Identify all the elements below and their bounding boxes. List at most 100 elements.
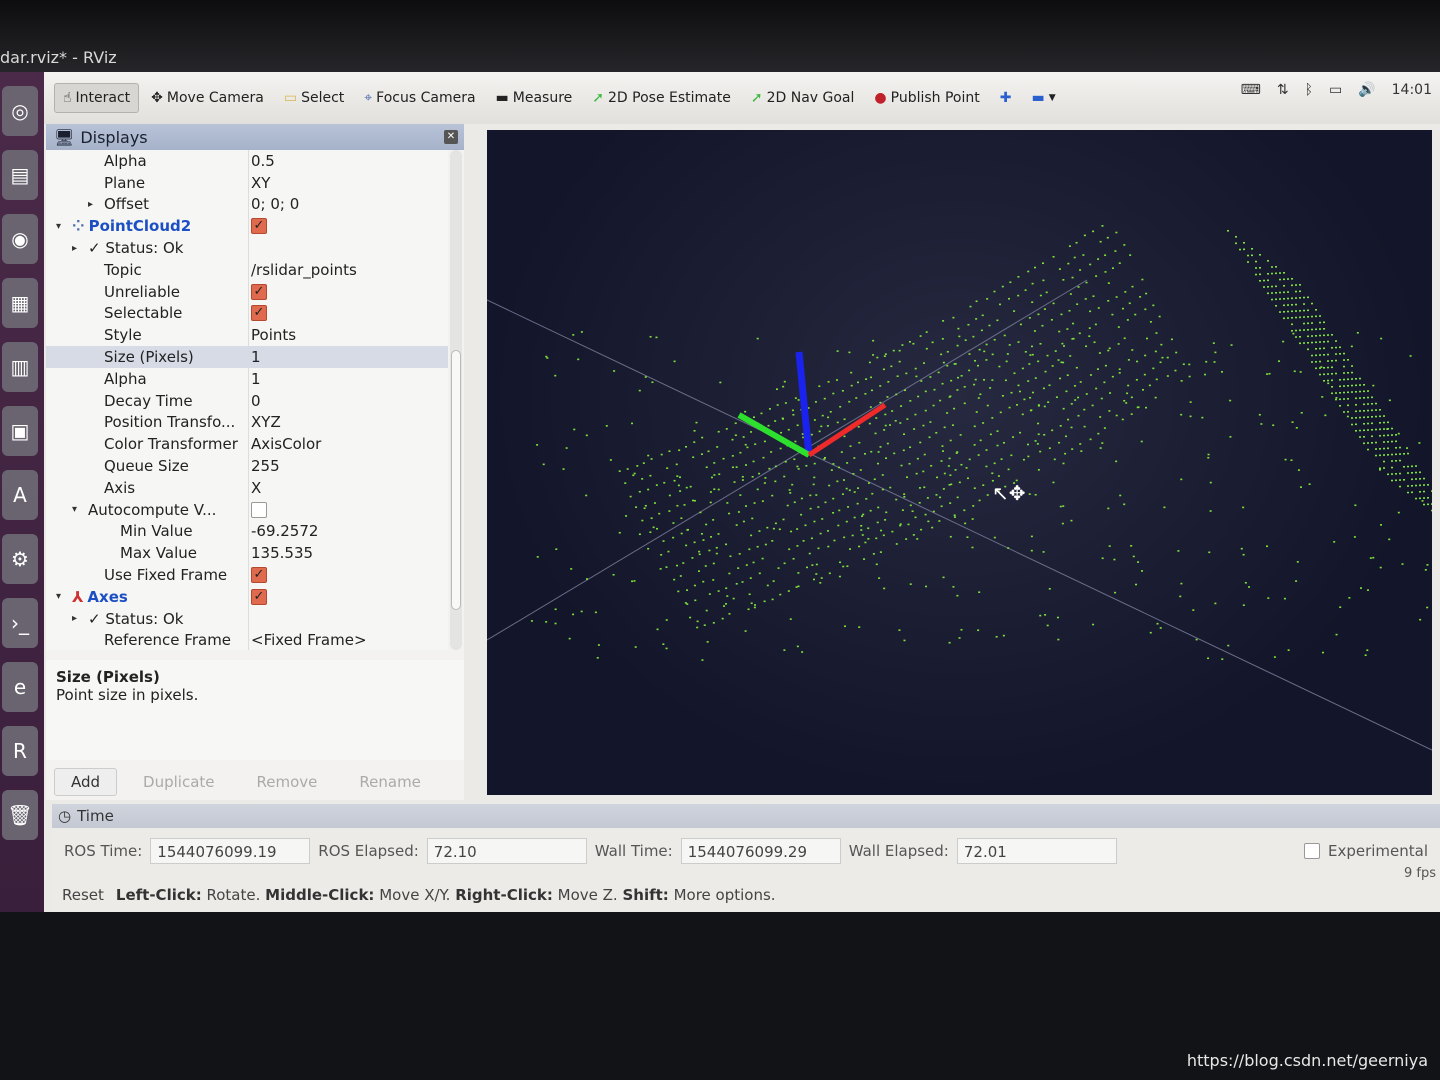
property-tree: Alpha 0.5 Plane XY ▸ Offset 0; 0; 0 ▾ ⁘ PointClou…: [46, 150, 448, 650]
3d-viewport[interactable]: ↖✥: [486, 130, 1440, 795]
scrollbar-thumb[interactable]: [451, 350, 461, 610]
property-value[interactable]: AxisColor: [251, 435, 321, 453]
software-center-icon[interactable]: A: [2, 470, 38, 520]
property-row[interactable]: Topic/rslidar_points: [46, 259, 448, 281]
property-row[interactable]: Selectable ✓: [46, 303, 448, 325]
firefox-icon[interactable]: ◉: [2, 214, 38, 264]
2d-pose-estimate-tool[interactable]: ➚ 2D Pose Estimate: [584, 84, 739, 112]
property-row[interactable]: Max Value 135.535: [46, 542, 448, 564]
rename-button[interactable]: Rename: [343, 769, 437, 795]
property-checkbox[interactable]: ✓: [251, 305, 267, 322]
property-row[interactable]: Position Transfo... XYZ: [46, 412, 448, 434]
property-checkbox[interactable]: ✓: [251, 588, 267, 605]
network-icon[interactable]: ⇅: [1277, 82, 1289, 98]
volume-icon[interactable]: 🔊: [1358, 82, 1375, 98]
property-row[interactable]: Style Points: [46, 324, 448, 346]
ros-time-field[interactable]: 1544076099.19: [150, 838, 311, 864]
ros-elapsed-field[interactable]: 72.10: [426, 838, 587, 864]
property-row[interactable]: ▾ ⁘ PointCloud2 ✓: [46, 215, 448, 237]
property-value[interactable]: XY: [251, 174, 270, 192]
focus-camera-tool[interactable]: ⌖ Focus Camera: [356, 84, 483, 112]
property-row[interactable]: Size (Pixels) 1: [46, 346, 448, 368]
select-tool[interactable]: ▭ Select: [276, 84, 352, 112]
reset-button[interactable]: Reset: [62, 886, 104, 904]
property-row[interactable]: ▸ ✓ Status: Ok: [46, 608, 448, 630]
point: [1119, 494, 1122, 497]
property-checkbox[interactable]: [251, 501, 267, 518]
calc-icon[interactable]: ▥: [2, 342, 38, 392]
move-camera-tool[interactable]: ✥ Move Camera: [143, 84, 272, 112]
point: [815, 573, 818, 575]
expand-arrow-icon[interactable]: ▾: [56, 591, 68, 602]
property-row[interactable]: Alpha 1: [46, 368, 448, 390]
property-checkbox[interactable]: ✓: [251, 283, 267, 300]
expand-arrow-icon[interactable]: ▸: [72, 243, 84, 254]
property-value[interactable]: <Fixed Frame>: [251, 631, 367, 649]
property-value[interactable]: 0; 0; 0: [251, 195, 299, 213]
ubuntu-icon[interactable]: ◎: [2, 86, 38, 136]
remove-button[interactable]: Remove: [241, 769, 334, 795]
property-checkbox[interactable]: ✓: [251, 567, 267, 584]
property-row[interactable]: Axis X: [46, 477, 448, 499]
wall-elapsed-field[interactable]: 72.01: [956, 838, 1117, 864]
property-value[interactable]: 135.535: [251, 544, 313, 562]
terminal-icon[interactable]: ›_: [2, 598, 38, 648]
impress-icon[interactable]: ▣: [2, 406, 38, 456]
property-row[interactable]: ▸ ✓ Status: Ok: [46, 237, 448, 259]
property-value[interactable]: 1: [251, 348, 261, 366]
add-button[interactable]: Add: [54, 768, 118, 796]
property-value[interactable]: Points: [251, 326, 296, 344]
expand-arrow-icon[interactable]: ▸: [72, 613, 84, 624]
property-row[interactable]: Queue Size 255: [46, 455, 448, 477]
property-row[interactable]: Reference Frame <Fixed Frame>: [46, 630, 448, 650]
property-value[interactable]: -69.2572: [251, 522, 318, 540]
experimental-checkbox[interactable]: [1303, 843, 1320, 859]
property-value[interactable]: X: [251, 479, 261, 497]
point: [924, 409, 927, 412]
keyboard-icon[interactable]: ⌨: [1241, 82, 1261, 98]
property-value[interactable]: 0.5: [251, 152, 275, 170]
property-row[interactable]: ▾ ⅄ Axes ✓: [46, 586, 448, 608]
scrollbar[interactable]: [450, 150, 462, 650]
property-value[interactable]: 0: [251, 392, 261, 410]
property-row[interactable]: Use Fixed Frame ✓: [46, 564, 448, 586]
trash-icon[interactable]: 🗑: [2, 790, 38, 840]
expand-arrow-icon[interactable]: ▸: [88, 199, 100, 210]
property-value[interactable]: 1: [251, 370, 261, 388]
close-icon[interactable]: ✕: [444, 130, 458, 144]
property-row[interactable]: Color Transformer AxisColor: [46, 433, 448, 455]
interact-tool[interactable]: ☝ Interact: [54, 83, 140, 113]
bluetooth-icon[interactable]: ᛒ: [1305, 82, 1313, 98]
files-icon[interactable]: ▤: [2, 150, 38, 200]
property-row[interactable]: Alpha 0.5: [46, 150, 448, 172]
app-icon[interactable]: e: [2, 662, 38, 712]
property-value[interactable]: XYZ: [251, 413, 281, 431]
measure-tool[interactable]: ▬ Measure: [488, 84, 581, 112]
remove-tool-button[interactable]: ▬ ▼: [1023, 84, 1063, 112]
point: [891, 410, 894, 412]
property-row[interactable]: Min Value -69.2572: [46, 521, 448, 543]
rviz-icon[interactable]: R: [2, 726, 38, 776]
battery-icon[interactable]: ▭: [1329, 82, 1342, 98]
clock[interactable]: 14:01: [1392, 82, 1432, 98]
property-value[interactable]: /rslidar_points: [251, 261, 357, 279]
property-value[interactable]: 255: [251, 457, 280, 475]
expand-arrow-icon[interactable]: ▾: [56, 221, 68, 232]
property-row[interactable]: ▸ Offset 0; 0; 0: [46, 194, 448, 216]
duplicate-button[interactable]: Duplicate: [127, 769, 230, 795]
property-checkbox[interactable]: ✓: [251, 218, 267, 235]
point: [605, 425, 608, 427]
wall-time-field[interactable]: 1544076099.29: [680, 838, 841, 864]
publish-point-tool[interactable]: ● Publish Point: [866, 84, 987, 112]
property-row[interactable]: ▾ Autocompute V...: [46, 499, 448, 521]
add-tool-button[interactable]: ✚: [992, 84, 1020, 112]
point: [701, 659, 704, 661]
property-row[interactable]: Unreliable ✓: [46, 281, 448, 303]
writer-icon[interactable]: ▦: [2, 278, 38, 328]
2d-nav-goal-tool[interactable]: ➚ 2D Nav Goal: [743, 84, 863, 112]
property-row[interactable]: Plane XY: [46, 172, 448, 194]
point: [1388, 399, 1391, 402]
property-row[interactable]: Decay Time 0: [46, 390, 448, 412]
expand-arrow-icon[interactable]: ▾: [72, 504, 84, 515]
settings-icon[interactable]: ⚙: [2, 534, 38, 584]
